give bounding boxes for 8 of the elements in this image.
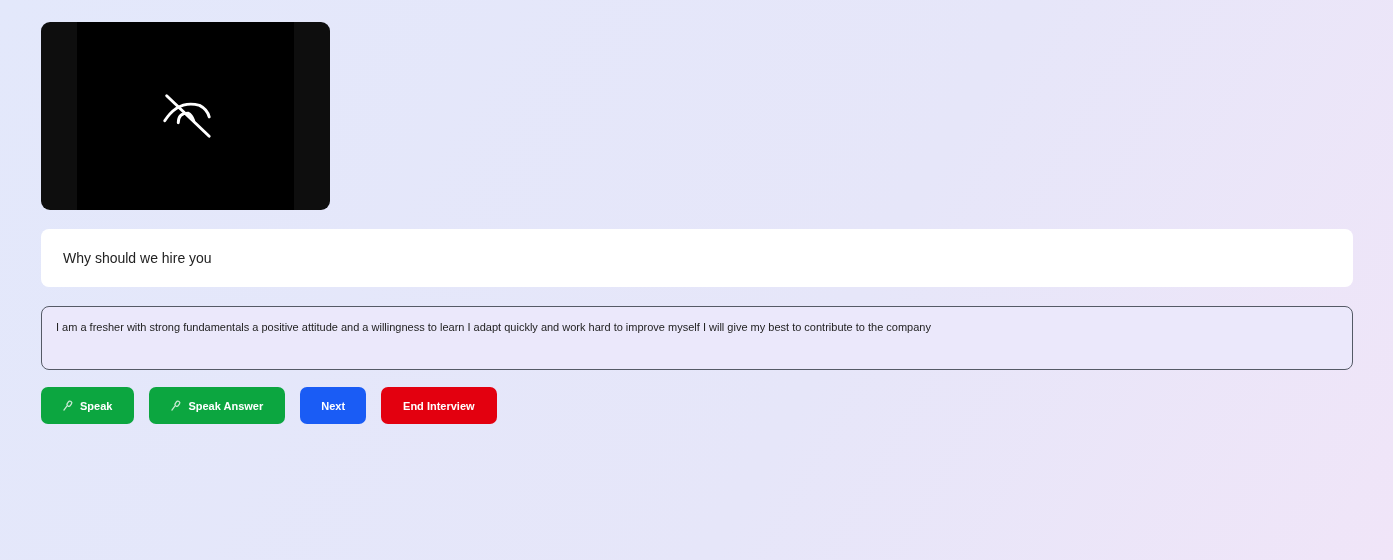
action-button[interactable]: Speak [41,387,135,424]
microphone-icon [63,400,74,411]
answer-field[interactable]: I am a fresher with strong fundamentals a positive attitude and a willingness to learn I adapt quickly and work hard to improve myself I will give my best to contribute to the company [41,306,1353,370]
action-button[interactable]: Speak Answer [149,387,286,424]
action-button[interactable]: Next [300,387,367,424]
action-button[interactable]: End Interview [381,387,497,424]
microphone-icon [171,400,183,411]
question-text: Why should we hire you [41,229,1353,287]
